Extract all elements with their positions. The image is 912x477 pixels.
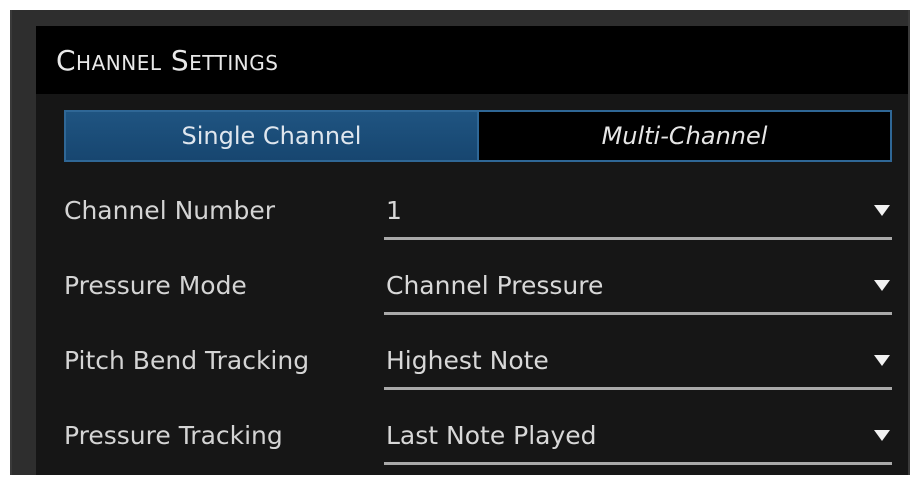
pitch-bend-tracking-value: Highest Note: [386, 346, 549, 375]
chevron-down-icon: [874, 430, 890, 441]
dropdown-underline: [384, 462, 892, 465]
dropdown-underline: [384, 387, 892, 390]
pitch-bend-tracking-label: Pitch Bend Tracking: [64, 346, 310, 375]
channel-number-value: 1: [386, 196, 402, 225]
dropdown-underline: [384, 237, 892, 240]
dropdown-underline: [384, 312, 892, 315]
pressure-mode-dropdown[interactable]: Channel Pressure: [384, 257, 892, 315]
setting-row-pressure-tracking: Pressure Tracking Last Note Played: [64, 407, 892, 465]
channel-settings-window: Channel Settings Single Channel Multi-Ch…: [10, 10, 910, 475]
chevron-down-icon: [874, 205, 890, 216]
chevron-down-icon: [874, 280, 890, 291]
pressure-mode-label: Pressure Mode: [64, 271, 247, 300]
setting-row-channel-number: Channel Number 1: [64, 182, 892, 240]
pressure-tracking-value: Last Note Played: [386, 421, 597, 450]
pressure-tracking-label: Pressure Tracking: [64, 421, 283, 450]
pitch-bend-tracking-dropdown[interactable]: Highest Note: [384, 332, 892, 390]
panel-title: Channel Settings: [56, 44, 279, 77]
multi-channel-button[interactable]: Multi-Channel: [479, 112, 890, 160]
setting-row-pitch-bend-tracking: Pitch Bend Tracking Highest Note: [64, 332, 892, 390]
pressure-tracking-dropdown[interactable]: Last Note Played: [384, 407, 892, 465]
pressure-mode-value: Channel Pressure: [386, 271, 604, 300]
chevron-down-icon: [874, 355, 890, 366]
channel-number-label: Channel Number: [64, 196, 276, 225]
single-channel-button[interactable]: Single Channel: [66, 112, 479, 160]
channel-number-dropdown[interactable]: 1: [384, 182, 892, 240]
channel-mode-toggle: Single Channel Multi-Channel: [64, 110, 892, 162]
settings-panel: Single Channel Multi-Channel Channel Num…: [36, 94, 908, 475]
setting-row-pressure-mode: Pressure Mode Channel Pressure: [64, 257, 892, 315]
panel-header: Channel Settings: [36, 26, 908, 94]
